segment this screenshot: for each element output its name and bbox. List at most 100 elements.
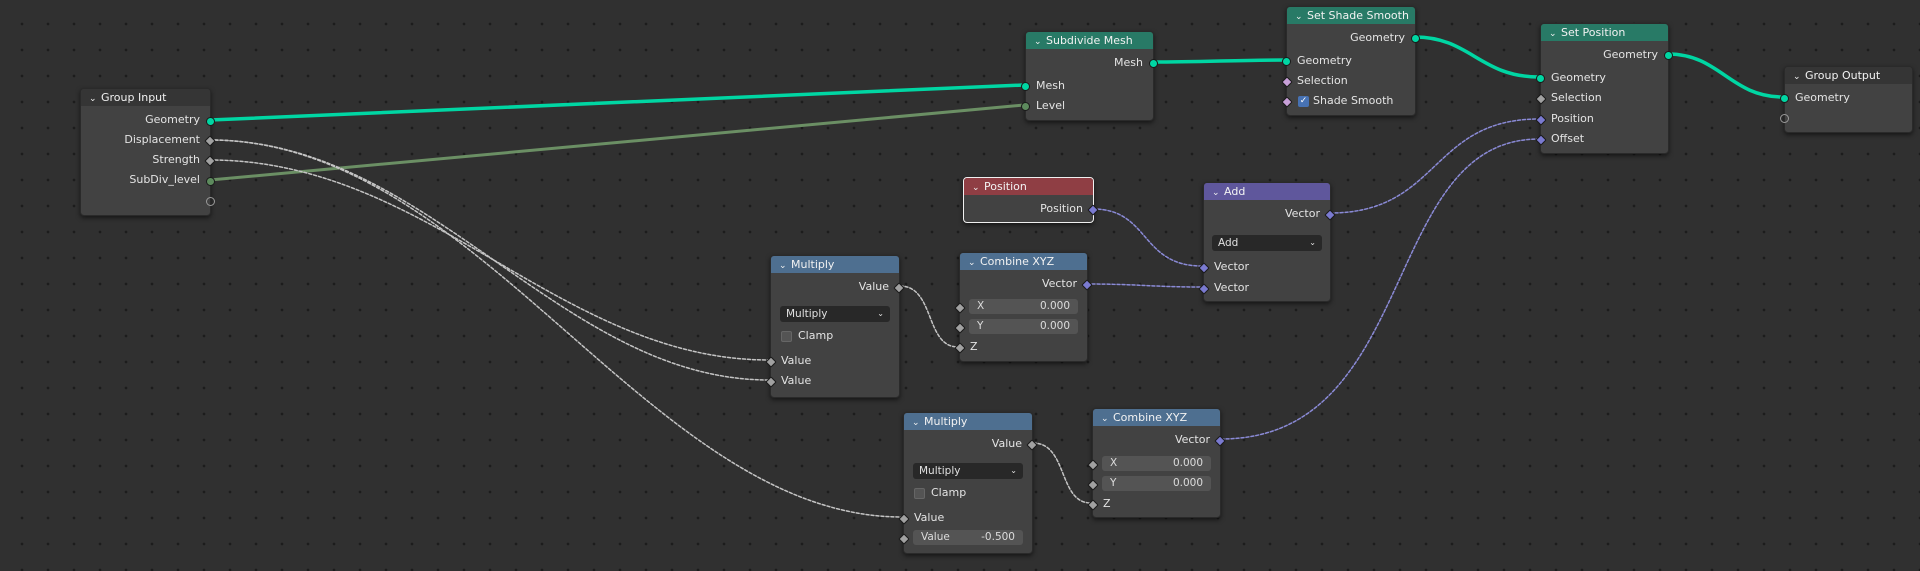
- socket-geometry-in[interactable]: [1780, 94, 1789, 103]
- group-output-node[interactable]: ⌄ Group Output Geometry: [1780, 66, 1913, 133]
- node-header[interactable]: ⌄ Group Input: [81, 89, 210, 106]
- clamp-checkbox[interactable]: [781, 331, 792, 342]
- y-field[interactable]: Y 0.000: [969, 319, 1078, 334]
- socket-subdiv-level[interactable]: [206, 177, 215, 186]
- socket-geometry[interactable]: [206, 117, 215, 126]
- link-strength-to-multiply1: [209, 159, 770, 361]
- group-input-node[interactable]: ⌄ Group Input Geometry Displacement Stren…: [80, 88, 216, 216]
- x-field[interactable]: X 0.000: [1102, 456, 1211, 471]
- node-title: Group Output: [1805, 69, 1881, 82]
- input-mesh-label: Mesh: [1036, 79, 1065, 92]
- chevron-down-icon[interactable]: ⌄: [89, 91, 101, 108]
- y-field[interactable]: Y 0.000: [1102, 476, 1211, 491]
- chevron-down-icon[interactable]: ⌄: [968, 255, 980, 272]
- combine-xyz-node-1[interactable]: ⌄ Combine XYZ Vector X 0.000 Y 0.000 Z: [954, 252, 1093, 362]
- chevron-down-icon[interactable]: ⌄: [1295, 9, 1307, 26]
- socket-geometry-out[interactable]: [1664, 51, 1673, 60]
- link-position-to-add: [1092, 208, 1203, 267]
- socket-value-in-2[interactable]: [765, 376, 777, 388]
- socket-mesh-out[interactable]: [1149, 59, 1158, 68]
- socket-geometry-in[interactable]: [1536, 74, 1545, 83]
- node-header[interactable]: ⌄ Set Shade Smooth: [1287, 7, 1415, 24]
- x-field[interactable]: X 0.000: [969, 299, 1078, 314]
- operation-dropdown[interactable]: Multiply ⌄: [780, 306, 890, 322]
- node-header[interactable]: ⌄ Add: [1204, 183, 1330, 200]
- socket-empty[interactable]: [1780, 114, 1789, 123]
- chevron-down-icon[interactable]: ⌄: [972, 180, 984, 197]
- node-header[interactable]: ⌄ Subdivide Mesh: [1026, 32, 1153, 49]
- node-header[interactable]: ⌄ Combine XYZ: [1093, 409, 1220, 426]
- x-label: X: [1110, 457, 1118, 469]
- node-title: Combine XYZ: [1113, 411, 1188, 424]
- socket-geometry-out[interactable]: [1411, 34, 1420, 43]
- socket-vector-in-2[interactable]: [1198, 283, 1210, 295]
- chevron-down-icon[interactable]: ⌄: [1034, 34, 1046, 51]
- node-header[interactable]: ⌄ Position: [964, 178, 1093, 195]
- socket-mesh-in[interactable]: [1021, 82, 1030, 91]
- socket-y-in[interactable]: [954, 322, 966, 334]
- node-header[interactable]: ⌄ Group Output: [1785, 67, 1912, 84]
- node-header[interactable]: ⌄ Multiply: [771, 256, 899, 273]
- socket-geometry-in[interactable]: [1282, 57, 1291, 66]
- value-field[interactable]: Value -0.500: [913, 530, 1023, 545]
- clamp-label: Clamp: [798, 329, 834, 342]
- input-shade-smooth-label: Shade Smooth: [1313, 94, 1394, 107]
- shade-smooth-checkbox[interactable]: ✓: [1298, 96, 1309, 107]
- socket-selection-in[interactable]: [1281, 76, 1293, 88]
- set-position-node[interactable]: ⌄ Set Position Geometry Geometry Selectio…: [1535, 23, 1673, 154]
- multiply-node-1[interactable]: ⌄ Multiply Value Multiply ⌄ Clamp Value Va…: [765, 255, 905, 398]
- socket-value-in-1[interactable]: [898, 513, 910, 525]
- node-header[interactable]: ⌄ Set Position: [1541, 24, 1668, 41]
- socket-position-out[interactable]: [1087, 204, 1099, 216]
- socket-x-in[interactable]: [1087, 459, 1099, 471]
- chevron-down-icon[interactable]: ⌄: [1101, 411, 1113, 428]
- combine-xyz-node-2[interactable]: ⌄ Combine XYZ Vector X 0.000 Y 0.000 Z: [1087, 408, 1226, 518]
- socket-strength[interactable]: [204, 155, 216, 167]
- clamp-checkbox[interactable]: [914, 488, 925, 499]
- operation-dropdown[interactable]: Add ⌄: [1212, 235, 1322, 251]
- input-value-label-2: Value: [781, 374, 812, 387]
- socket-empty[interactable]: [206, 197, 215, 206]
- socket-vector-out[interactable]: [1081, 279, 1093, 291]
- output-geometry-label: Geometry: [1350, 31, 1405, 44]
- socket-value-in-2[interactable]: [898, 533, 910, 545]
- socket-position-in[interactable]: [1535, 114, 1547, 126]
- operation-value: Multiply: [786, 308, 828, 320]
- socket-z-in[interactable]: [954, 342, 966, 354]
- node-title: Combine XYZ: [980, 255, 1055, 268]
- node-header[interactable]: ⌄ Combine XYZ: [960, 253, 1087, 270]
- socket-z-in[interactable]: [1087, 499, 1099, 511]
- socket-shade-smooth-in[interactable]: [1281, 96, 1293, 108]
- socket-vector-out[interactable]: [1214, 435, 1226, 447]
- node-header[interactable]: ⌄ Multiply: [904, 413, 1032, 430]
- socket-offset-in[interactable]: [1535, 134, 1547, 146]
- multiply-node-2[interactable]: ⌄ Multiply Value Multiply ⌄ Clamp Value Va…: [898, 412, 1038, 554]
- input-vector-label-1: Vector: [1214, 260, 1250, 273]
- socket-value-out[interactable]: [1026, 439, 1038, 451]
- socket-vector-out[interactable]: [1324, 209, 1336, 221]
- socket-x-in[interactable]: [954, 302, 966, 314]
- socket-vector-in-1[interactable]: [1198, 262, 1210, 274]
- socket-value-in-1[interactable]: [765, 356, 777, 368]
- chevron-down-icon[interactable]: ⌄: [1212, 185, 1224, 202]
- output-geometry-label: Geometry: [145, 113, 200, 126]
- input-geometry-label: Geometry: [1551, 71, 1606, 84]
- chevron-down-icon[interactable]: ⌄: [779, 258, 791, 275]
- vector-add-node[interactable]: ⌄ Add Vector Add ⌄ Vector Vector: [1198, 182, 1336, 302]
- input-position-label: Position: [1551, 112, 1594, 125]
- socket-y-in[interactable]: [1087, 479, 1099, 491]
- socket-value-out[interactable]: [893, 282, 905, 294]
- subdivide-mesh-node[interactable]: ⌄ Subdivide Mesh Mesh Mesh Level: [1021, 31, 1158, 121]
- set-shade-smooth-node[interactable]: ⌄ Set Shade Smooth Geometry Geometry Sele…: [1281, 6, 1420, 116]
- output-subdiv-level-label: SubDiv_level: [129, 173, 200, 186]
- socket-level-in[interactable]: [1021, 102, 1030, 111]
- chevron-down-icon[interactable]: ⌄: [912, 415, 924, 432]
- chevron-down-icon[interactable]: ⌄: [1793, 69, 1805, 86]
- chevron-down-icon[interactable]: ⌄: [1549, 26, 1561, 43]
- socket-displacement[interactable]: [204, 135, 216, 147]
- socket-selection-in[interactable]: [1535, 93, 1547, 105]
- operation-dropdown[interactable]: Multiply ⌄: [913, 463, 1023, 479]
- link-combine1-to-add: [1086, 283, 1203, 288]
- input-geometry-label: Geometry: [1795, 91, 1850, 104]
- position-node[interactable]: ⌄ Position Position: [963, 177, 1099, 223]
